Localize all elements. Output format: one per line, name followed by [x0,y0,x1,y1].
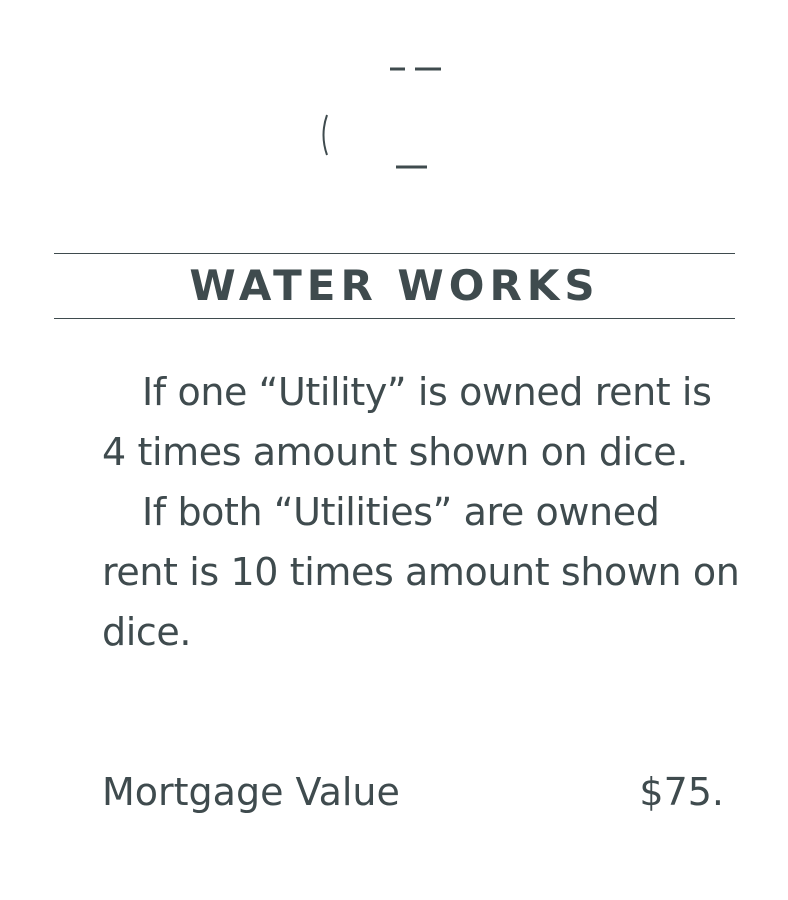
mortgage-row: Mortgage Value $75. [102,762,724,822]
water-faucet-icon [300,50,480,190]
rent-rules: If one “Utility” is owned rent is 4 time… [102,362,742,662]
rent-rule-one-utility: If one “Utility” is owned rent is 4 time… [102,370,712,474]
card-title: WATER WORKS [189,261,600,310]
rent-rule-both-utilities: If both “Utilities” are owned rent is 10… [102,490,740,654]
title-top-rule [54,253,735,254]
mortgage-value: $75. [639,770,724,814]
property-card: WATER WORKS If one “Utility” is owned re… [0,0,788,900]
mortgage-label: Mortgage Value [102,770,400,814]
title-bottom-rule [54,318,735,319]
